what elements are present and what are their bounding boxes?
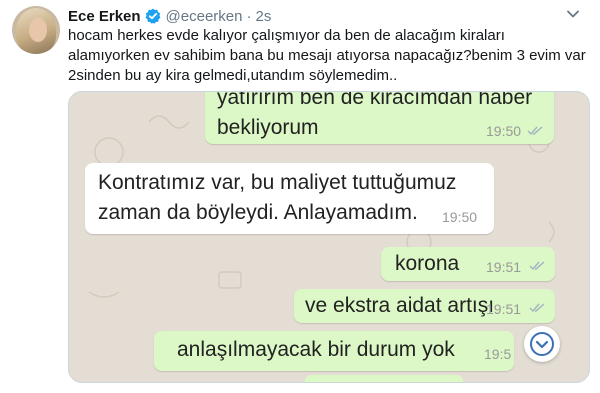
message-time: 19:50: [486, 123, 522, 139]
verified-badge-icon: [145, 8, 161, 24]
message-time: 19:50: [442, 209, 478, 225]
message-time: 19:51: [486, 259, 522, 275]
message-text: zaman da böyleydi. Anlayamadım.: [98, 201, 418, 224]
message-text: yatırırım ben de kiracımdan haber: [217, 91, 533, 109]
user-handle[interactable]: @eceerken: [166, 8, 243, 25]
message-text: anlaşılmayacak bir durum yok: [177, 338, 455, 361]
message-text: Kontratımız var, bu maliyet tuttuğumuz: [98, 171, 457, 194]
avatar-face: [29, 18, 47, 42]
tweet-timestamp[interactable]: 2s: [255, 8, 271, 25]
tweet-media-image[interactable]: yatırırım ben de kiracımdan haber bekliy…: [68, 91, 590, 383]
double-check-icon: [529, 261, 545, 271]
display-name[interactable]: Ece Erken: [68, 8, 141, 25]
caret-down-icon[interactable]: [563, 4, 583, 24]
message-text: bekliyorum: [217, 116, 319, 139]
message-bubble-incoming[interactable]: Kontratımız var, bu maliyet tuttuğumuz z…: [85, 163, 494, 234]
message-bubble-outgoing[interactable]: anlaşılmayacak bir durum yok 19:5: [154, 331, 514, 371]
double-check-icon: [529, 303, 545, 313]
tweet-text-line: 2sinden bu ay kira gelmedi,utandım söyle…: [68, 67, 398, 84]
message-text: ve ekstra aidat artışı: [305, 294, 495, 317]
message-time: 19:5: [484, 346, 512, 362]
tweet-text-line: hocam herkes evde kalıyor çalışmıyor da …: [68, 27, 505, 44]
tweet-text-line: alamıyorken ev sahibim bana bu mesajı at…: [68, 47, 586, 64]
tweet-text: hocam herkes evde kalıyor çalışmıyor da …: [68, 26, 586, 86]
chevron-down-icon: [530, 332, 554, 356]
message-bubble-outgoing[interactable]: korona 19:51: [381, 247, 555, 281]
message-bubble-outgoing-partial: [304, 375, 464, 382]
message-bubble-outgoing[interactable]: ve ekstra aidat artışı 19:51: [294, 289, 555, 323]
scroll-down-button[interactable]: [524, 326, 560, 362]
avatar[interactable]: [12, 6, 60, 54]
double-check-icon: [527, 126, 543, 136]
tweet-header: Ece Erken @eceerken · 2s: [68, 6, 271, 26]
separator-dot: ·: [246, 7, 252, 25]
message-time: 19:51: [486, 301, 522, 317]
message-text: korona: [395, 252, 460, 275]
tweet: Ece Erken @eceerken · 2s hocam herkes ev…: [0, 0, 600, 393]
message-bubble-outgoing[interactable]: yatırırım ben de kiracımdan haber bekliy…: [205, 91, 554, 144]
